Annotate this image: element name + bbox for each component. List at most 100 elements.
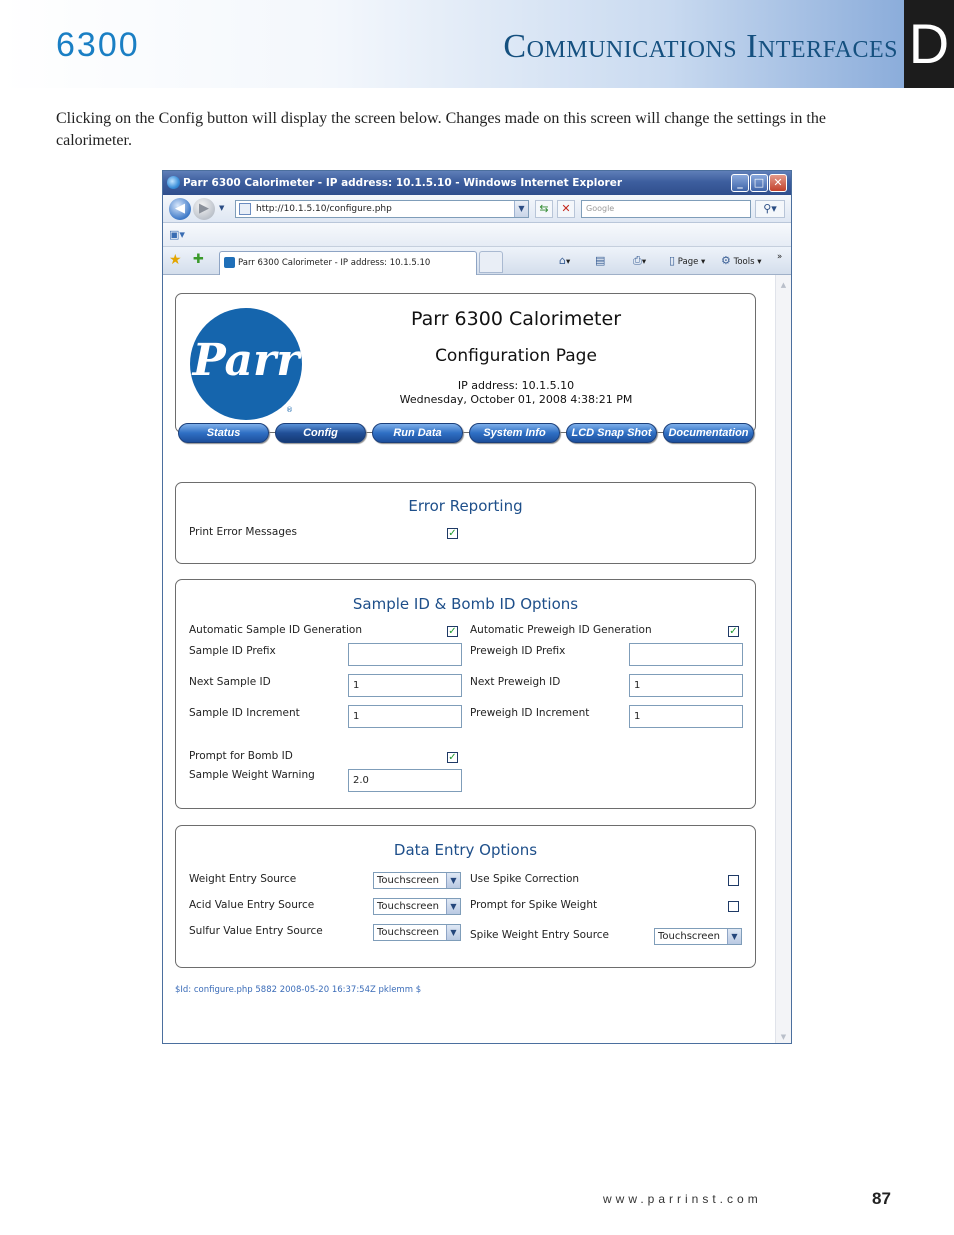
chevron-down-icon[interactable]: ▼ [446, 873, 460, 888]
address-bar[interactable]: http://10.1.5.10/configure.php ▼ [235, 200, 529, 218]
add-favorite-icon[interactable]: ✚ [193, 252, 204, 268]
sulfur-value-entry-source-value: Touchscreen [377, 927, 439, 938]
spike-weight-entry-source-select[interactable]: Touchscreen ▼ [654, 928, 742, 945]
error-reporting-title: Error Reporting [408, 497, 523, 515]
svn-id-text: $Id: configure.php 5882 2008-05-20 16:37… [175, 985, 422, 995]
header-panel: Parr ® Parr 6300 Calorimeter Configurati… [175, 293, 756, 433]
next-preweigh-id-field[interactable]: 1 [629, 674, 743, 697]
acid-value-entry-source-value: Touchscreen [377, 901, 439, 912]
tools-menu-label: Tools [733, 257, 755, 267]
new-tab-button[interactable] [479, 251, 503, 273]
feeds-icon[interactable]: ▤ [595, 254, 605, 269]
nav-system-info-button[interactable]: System Info [469, 423, 560, 443]
nav-run-data-button[interactable]: Run Data [372, 423, 463, 443]
close-icon[interactable]: ✕ [769, 174, 787, 192]
manual-page-header: 6300 Communications Interfaces D [0, 0, 954, 88]
page-icon [239, 203, 251, 215]
search-icon[interactable]: ⚲▾ [755, 200, 785, 218]
back-arrow-icon[interactable]: ◀ [169, 198, 191, 220]
search-input[interactable]: Google [581, 200, 751, 218]
sulfur-value-entry-source-label: Sulfur Value Entry Source [189, 925, 323, 937]
page-number: 87 [872, 1189, 891, 1208]
nav-config-button[interactable]: Config [275, 423, 366, 443]
sample-id-increment-field[interactable]: 1 [348, 705, 462, 728]
tab-title: Parr 6300 Calorimeter - IP address: 10.1… [238, 258, 431, 268]
page-menu-label: Page [677, 257, 699, 267]
spike-weight-entry-source-value: Touchscreen [658, 931, 720, 942]
parr-tab-icon [224, 257, 235, 268]
print-error-messages-label: Print Error Messages [189, 526, 297, 538]
print-error-messages-checkbox[interactable]: ✓ [447, 528, 458, 539]
toolbar-overflow-icon[interactable]: » [777, 250, 782, 264]
scroll-down-icon[interactable]: ▼ [776, 1029, 791, 1043]
acid-value-entry-source-select[interactable]: Touchscreen ▼ [373, 898, 461, 915]
weight-entry-source-select[interactable]: Touchscreen ▼ [373, 872, 461, 889]
use-spike-correction-checkbox[interactable] [728, 875, 739, 886]
address-url: http://10.1.5.10/configure.php [256, 204, 392, 214]
browser-titlebar[interactable]: Parr 6300 Calorimeter - IP address: 10.1… [163, 171, 791, 195]
forward-arrow-icon[interactable]: ▶ [193, 198, 215, 220]
preweigh-id-prefix-field[interactable] [629, 643, 743, 666]
vertical-scrollbar[interactable]: ▲ ▼ [775, 275, 791, 1043]
refresh-icon[interactable]: ⇆ [535, 200, 553, 218]
data-entry-options-panel: Data Entry Options Weight Entry Source T… [175, 825, 756, 968]
scroll-up-icon[interactable]: ▲ [776, 277, 791, 293]
print-icon[interactable]: ⎙▾ [633, 254, 646, 269]
links-toolbar: ▣▾ [163, 223, 791, 247]
ip-address-line: IP address: 10.1.5.10 [457, 379, 575, 392]
links-toolbar-icon[interactable]: ▣▾ [169, 227, 185, 243]
prompt-bomb-id-checkbox[interactable]: ✓ [447, 752, 458, 763]
registered-mark: ® [286, 406, 293, 414]
auto-sample-id-checkbox[interactable]: ✓ [447, 626, 458, 637]
browser-navigation-bar: ◀ ▶ ▼ http://10.1.5.10/configure.php ▼ ⇆… [163, 195, 791, 223]
auto-preweigh-id-label: Automatic Preweigh ID Generation [470, 624, 652, 636]
page-menu[interactable]: ▯ Page ▾ [669, 254, 705, 269]
maximize-icon[interactable]: □ [750, 174, 768, 192]
home-icon[interactable]: ⌂▾ [559, 254, 570, 269]
nav-documentation-button[interactable]: Documentation [663, 423, 754, 443]
prompt-spike-weight-label: Prompt for Spike Weight [470, 899, 598, 911]
datetime-line: Wednesday, October 01, 2008 4:38:21 PM [399, 393, 633, 406]
sample-weight-warning-field[interactable]: 2.0 [348, 769, 462, 792]
sample-bomb-id-options-panel: Sample ID & Bomb ID Options Automatic Sa… [175, 579, 756, 809]
tools-menu[interactable]: ⚙ Tools ▾ [721, 254, 762, 269]
sample-weight-warning-label: Sample Weight Warning [189, 769, 315, 781]
window-title: Parr 6300 Calorimeter - IP address: 10.1… [183, 177, 623, 189]
prompt-bomb-id-label: Prompt for Bomb ID [189, 750, 293, 762]
next-sample-id-field[interactable]: 1 [348, 674, 462, 697]
data-entry-options-title: Data Entry Options [393, 841, 538, 859]
favorites-star-icon[interactable]: ★ [169, 252, 182, 268]
sample-id-increment-label: Sample ID Increment [189, 707, 300, 719]
history-dropdown-icon[interactable]: ▼ [219, 204, 224, 212]
preweigh-id-prefix-label: Preweigh ID Prefix [470, 645, 566, 657]
next-sample-id-label: Next Sample ID [189, 676, 271, 688]
sulfur-value-entry-source-select[interactable]: Touchscreen ▼ [373, 924, 461, 941]
sample-id-prefix-label: Sample ID Prefix [189, 645, 276, 657]
use-spike-correction-label: Use Spike Correction [470, 873, 580, 885]
address-dropdown-icon[interactable]: ▼ [514, 201, 528, 217]
sample-id-prefix-field[interactable] [348, 643, 462, 666]
acid-value-entry-source-label: Acid Value Entry Source [189, 899, 315, 911]
chevron-down-icon[interactable]: ▼ [446, 899, 460, 914]
auto-preweigh-id-checkbox[interactable]: ✓ [728, 626, 739, 637]
page-menu-icon: ▯ [669, 254, 676, 267]
auto-sample-id-label: Automatic Sample ID Generation [189, 624, 362, 636]
nav-lcd-snap-shot-button[interactable]: LCD Snap Shot [566, 423, 657, 443]
internet-explorer-icon [167, 176, 180, 189]
next-preweigh-id-label: Next Preweigh ID [470, 676, 561, 688]
page-viewport: Parr ® Parr 6300 Calorimeter Configurati… [163, 275, 791, 1043]
tab-configure[interactable]: Parr 6300 Calorimeter - IP address: 10.1… [219, 251, 477, 275]
stop-icon[interactable]: ✕ [557, 200, 575, 218]
minimize-icon[interactable]: _ [731, 174, 749, 192]
preweigh-id-increment-label: Preweigh ID Increment [470, 707, 590, 719]
footer-website: www.parrinst.com [603, 1192, 762, 1206]
chevron-down-icon[interactable]: ▼ [727, 929, 741, 944]
tools-gear-icon: ⚙ [721, 254, 731, 267]
chevron-down-icon[interactable]: ▼ [446, 925, 460, 940]
nav-status-button[interactable]: Status [178, 423, 269, 443]
prompt-spike-weight-checkbox[interactable] [728, 901, 739, 912]
browser-window: Parr 6300 Calorimeter - IP address: 10.1… [162, 170, 792, 1044]
sample-bomb-id-options-title: Sample ID & Bomb ID Options [352, 595, 579, 613]
parr-logo: Parr [190, 308, 302, 420]
preweigh-id-increment-field[interactable]: 1 [629, 705, 743, 728]
